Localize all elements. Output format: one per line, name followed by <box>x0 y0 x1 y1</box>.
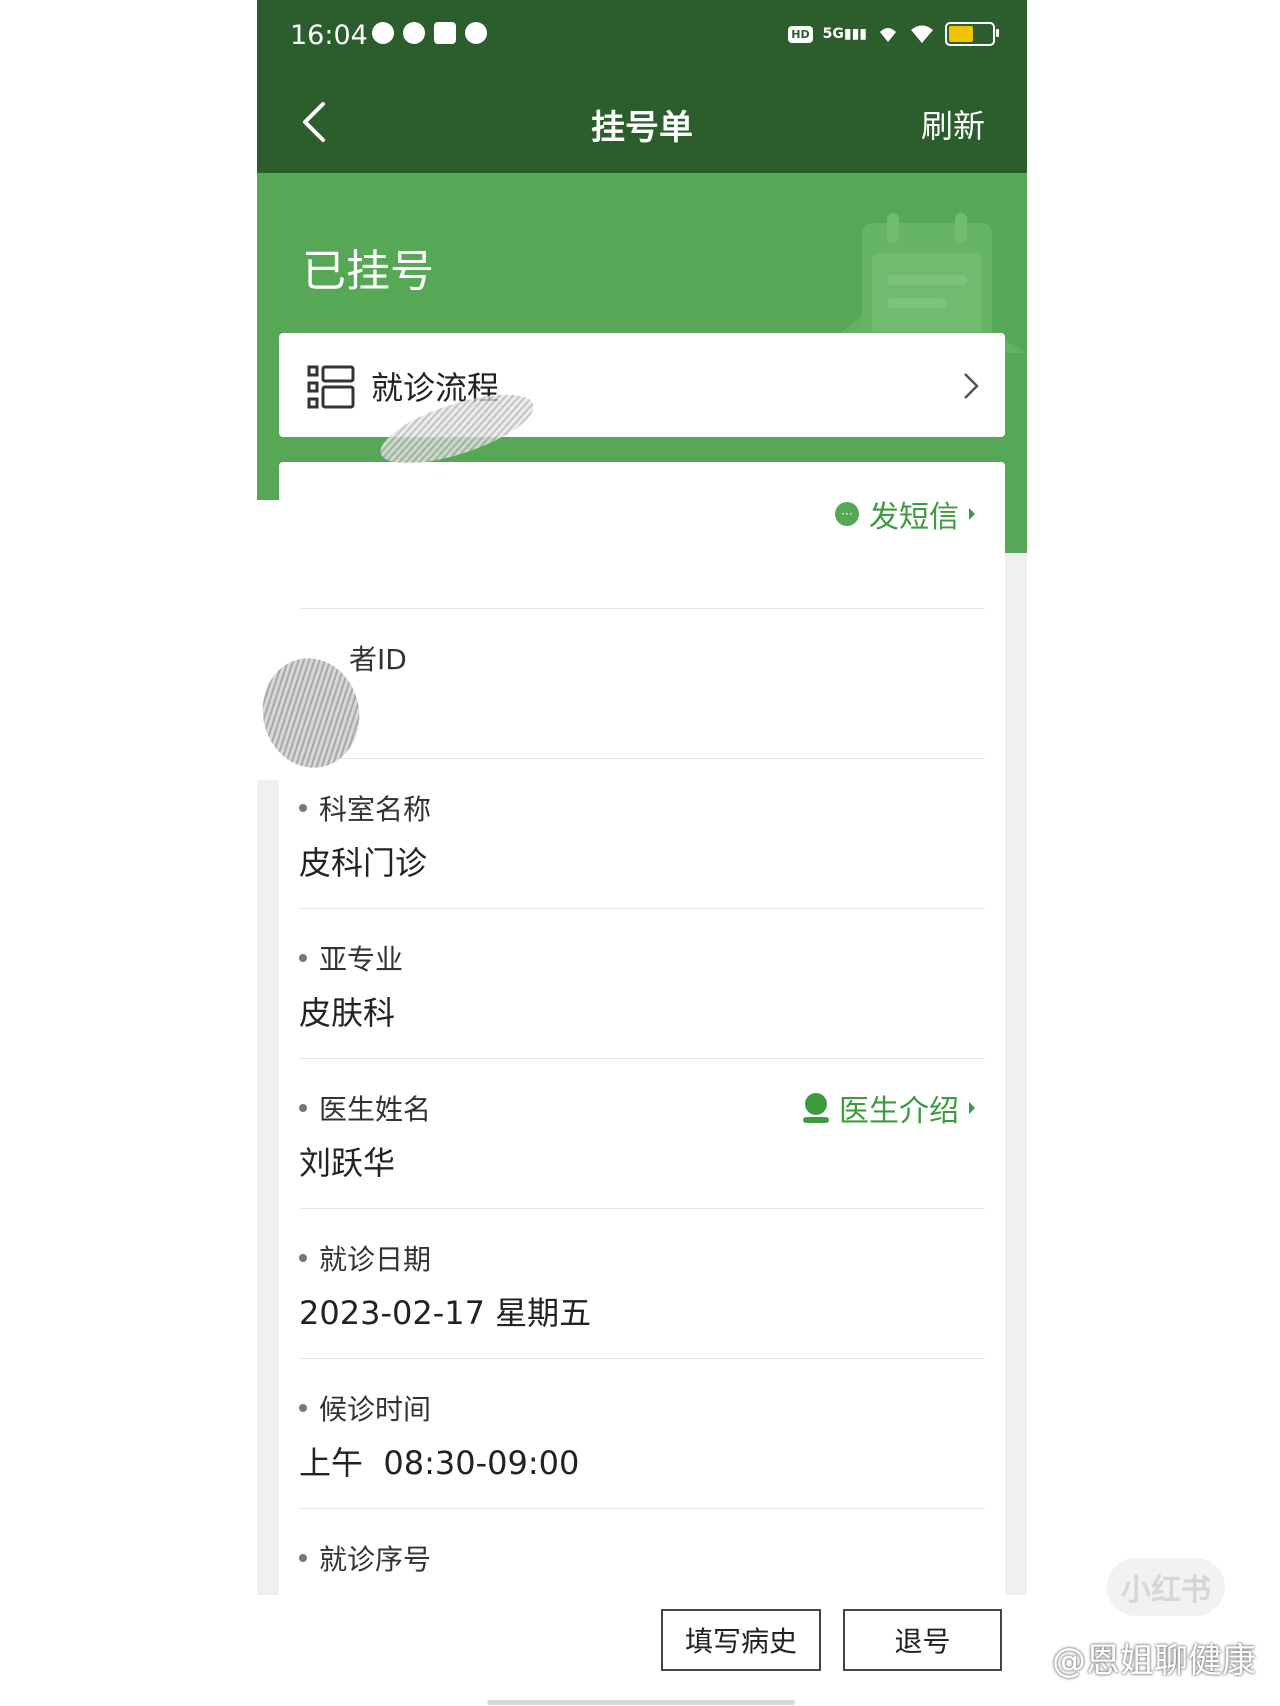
bullet-icon <box>299 954 307 962</box>
app-notification-icon <box>372 22 394 44</box>
wechat-icon <box>403 22 425 44</box>
doctor-value: 刘跃华 <box>299 1144 396 1182</box>
visit-date-value: 2023-02-17 星期五 <box>299 1294 592 1332</box>
department-label: 科室名称 <box>299 788 431 828</box>
bullet-icon <box>299 1404 307 1412</box>
caret-right-icon <box>969 1102 975 1114</box>
cellular-signal-icon: 5G▮▮▮ <box>822 26 867 42</box>
gallery-icon <box>434 22 456 44</box>
send-sms-link[interactable]: ··· 发短信 <box>835 492 975 536</box>
queue-number-label: 就诊序号 <box>299 1538 431 1578</box>
page-title: 挂号单 <box>591 108 693 148</box>
subspecialty-field: 亚专业 皮肤科 <box>299 908 985 1058</box>
subspecialty-label: 亚专业 <box>299 938 403 978</box>
bullet-icon <box>299 1554 307 1562</box>
nav-bar: 挂号单 刷新 <box>257 70 1027 173</box>
status-bar: 16:04 HD 5G▮▮▮ <box>257 0 1027 70</box>
watermark-logo: 小红书 <box>1107 1558 1225 1616</box>
home-indicator <box>487 1700 795 1705</box>
qq-icon <box>465 22 487 44</box>
battery-icon <box>945 22 999 46</box>
status-time: 16:04 <box>290 20 368 51</box>
registration-detail-card: ··· 发短信 者ID 科室名称 皮科门诊 亚专业 皮肤科 医生姓名 医生介绍 … <box>279 462 1005 1595</box>
phone-screen: 16:04 HD 5G▮▮▮ 挂号单 刷新 已挂号 就诊流程 ··· 发短信 者… <box>257 0 1027 1595</box>
doctor-intro-link[interactable]: 医生介绍 <box>803 1086 975 1130</box>
subspecialty-label-text: 亚专业 <box>319 943 404 976</box>
queue-number-field: 就诊序号 <box>299 1508 985 1595</box>
patient-id-field: 者ID <box>299 608 985 758</box>
subspecialty-value: 皮肤科 <box>299 994 396 1032</box>
doctor-field: 医生姓名 医生介绍 刘跃华 <box>299 1058 985 1208</box>
department-value: 皮科门诊 <box>299 844 428 882</box>
fill-history-button[interactable]: 填写病史 <box>661 1609 821 1671</box>
caret-right-icon <box>969 508 975 520</box>
queue-number-label-text: 就诊序号 <box>319 1543 432 1576</box>
visit-date-field: 就诊日期 2023-02-17 星期五 <box>299 1208 985 1358</box>
registration-status: 已挂号 <box>302 246 434 297</box>
bullet-icon <box>299 804 307 812</box>
wait-time-label: 候诊时间 <box>299 1388 431 1428</box>
chevron-right-icon <box>964 373 979 399</box>
wait-time-field: 候诊时间 上午 08:30-09:00 <box>299 1358 985 1508</box>
doctor-label-text: 医生姓名 <box>319 1093 432 1126</box>
refresh-button[interactable]: 刷新 <box>921 101 985 147</box>
status-app-icons <box>372 22 487 44</box>
patient-id-label: 者ID <box>349 643 407 676</box>
department-field: 科室名称 皮科门诊 <box>299 758 985 908</box>
visit-date-label: 就诊日期 <box>299 1238 431 1278</box>
wait-time-value: 上午 08:30-09:00 <box>299 1444 580 1482</box>
bullet-icon <box>299 1254 307 1262</box>
doctor-label: 医生姓名 <box>299 1088 431 1128</box>
doctor-intro-label: 医生介绍 <box>839 1094 959 1129</box>
person-icon <box>803 1093 829 1123</box>
status-indicators: HD 5G▮▮▮ <box>788 22 999 46</box>
bullet-icon <box>299 1104 307 1112</box>
message-icon: ··· <box>835 502 859 526</box>
visit-date-label-text: 就诊日期 <box>319 1243 432 1276</box>
wifi-icon <box>911 25 933 43</box>
department-label-text: 科室名称 <box>319 793 432 826</box>
visit-process-card[interactable]: 就诊流程 <box>279 333 1005 437</box>
hotspot-icon <box>880 28 896 42</box>
watermark-handle: @恩姐聊健康 <box>1052 1641 1256 1681</box>
list-icon <box>307 365 355 409</box>
wait-time-label-text: 候诊时间 <box>319 1393 432 1426</box>
send-sms-label: 发短信 <box>869 500 959 535</box>
cancel-registration-button[interactable]: 退号 <box>843 1609 1002 1671</box>
hd-icon: HD <box>788 25 813 43</box>
